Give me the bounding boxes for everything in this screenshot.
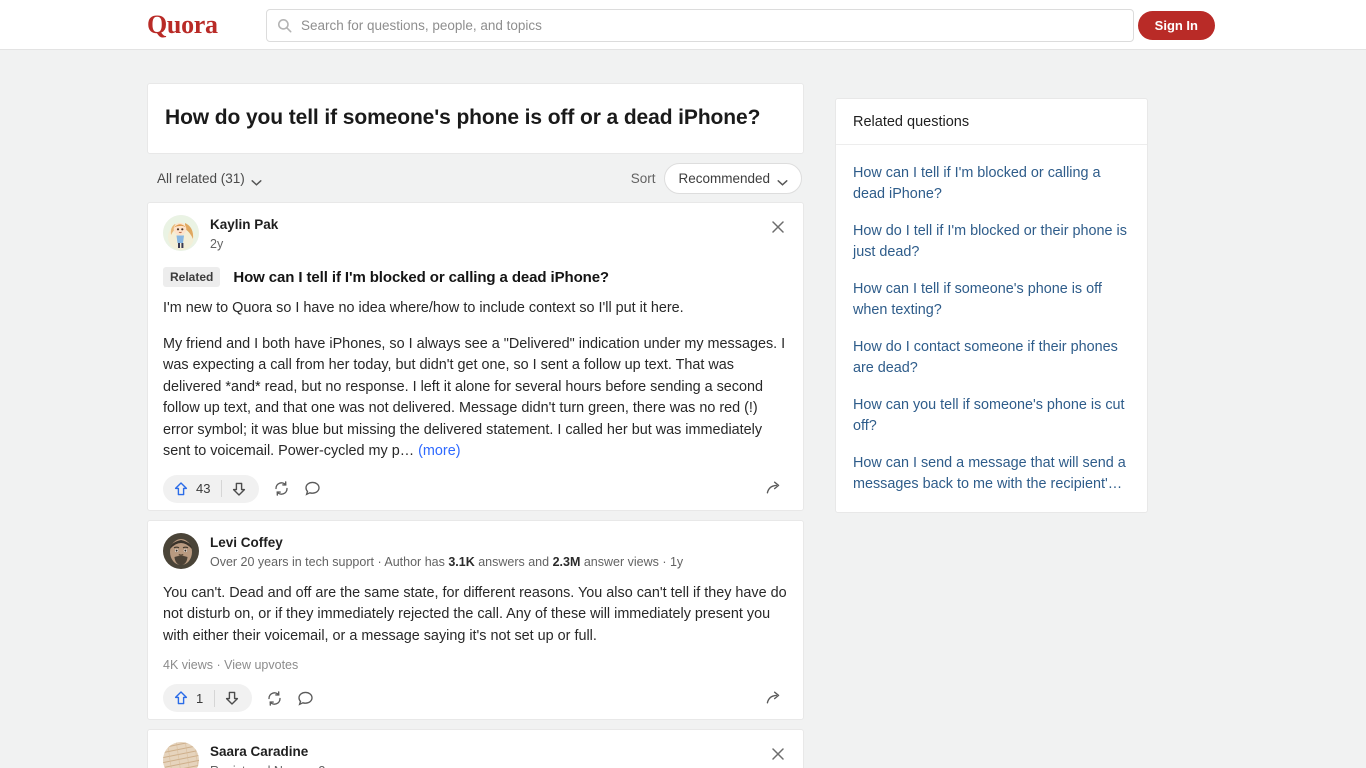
upvote-count: 43 — [196, 481, 211, 496]
author-block: Saara Caradine Registered Nurse · 2y — [210, 742, 332, 768]
related-question-item[interactable]: How can I tell if someone's phone is off… — [853, 274, 1130, 332]
search-input[interactable] — [301, 18, 1123, 33]
sort-label: Sort — [630, 170, 656, 186]
author-block: Kaylin Pak 2y — [210, 215, 278, 254]
dismiss-answer-button[interactable] — [765, 214, 791, 240]
related-question-item[interactable]: How can you tell if someone's phone is c… — [853, 390, 1130, 448]
author-name[interactable]: Levi Coffey — [210, 534, 683, 552]
author-block: Levi Coffey Over 20 years in tech suppor… — [210, 533, 683, 572]
upvote-button[interactable]: 43 — [163, 474, 260, 503]
author-name[interactable]: Kaylin Pak — [210, 216, 278, 234]
related-question-item[interactable]: How can I send a message that will send … — [853, 448, 1130, 497]
answer-header: Saara Caradine Registered Nurse · 2y — [163, 742, 788, 768]
dismiss-answer-button[interactable] — [765, 741, 791, 767]
answer-paragraph: I'm new to Quora so I have no idea where… — [163, 300, 684, 316]
related-questions-card: Related questions How can I tell if I'm … — [835, 98, 1148, 513]
share-arrow-icon[interactable] — [765, 480, 782, 497]
upvote-button[interactable]: 1 — [163, 684, 253, 712]
vote-divider — [221, 480, 223, 497]
repost-icon[interactable] — [266, 690, 283, 707]
answer-action-bar: 43 — [163, 468, 788, 510]
search-bar[interactable] — [266, 9, 1134, 42]
author-meta: 2y — [210, 237, 224, 251]
answer-views[interactable]: 4K views · View upvotes — [163, 658, 788, 672]
related-questions-list: How can I tell if I'm blocked or calling… — [836, 145, 1147, 512]
sort-group: Sort Recommended — [630, 162, 802, 194]
avatar[interactable] — [163, 215, 199, 251]
credential-text: Over 20 years in tech support · Author h… — [210, 554, 449, 569]
comment-bubble-icon[interactable] — [304, 480, 321, 497]
downvote-arrow-icon[interactable] — [224, 690, 240, 706]
answer-header: Levi Coffey Over 20 years in tech suppor… — [163, 532, 788, 572]
related-question-item[interactable]: How do I contact someone if their phones… — [853, 332, 1130, 390]
upvote-count: 1 — [196, 690, 204, 706]
answer-paragraph-text: My friend and I both have iPhones, so I … — [163, 335, 786, 460]
all-related-dropdown[interactable]: All related (31) — [157, 171, 262, 186]
answer-action-bar: 1 — [163, 677, 788, 719]
answer-paragraph: My friend and I both have iPhones, so I … — [163, 334, 788, 463]
related-question-item[interactable]: How can I tell if I'm blocked or calling… — [853, 158, 1130, 216]
page-body: How do you tell if someone's phone is of… — [0, 50, 1366, 768]
comment-bubble-icon[interactable] — [297, 690, 314, 707]
answer-body: You can't. Dead and off are the same sta… — [163, 583, 788, 648]
related-question-line: Related How can I tell if I'm blocked or… — [163, 267, 788, 287]
answer-count: 3.1K — [448, 554, 475, 569]
site-header: Quora Sign In — [0, 0, 1366, 50]
answer-card: Levi Coffey Over 20 years in tech suppor… — [147, 519, 804, 720]
all-related-label: All related (31) — [157, 170, 245, 186]
upvote-arrow-icon — [173, 690, 189, 706]
main-column: How do you tell if someone's phone is of… — [147, 83, 804, 768]
answer-header: Kaylin Pak 2y — [163, 215, 788, 254]
filter-row: All related (31) Sort Recommended — [147, 154, 804, 202]
author-name[interactable]: Saara Caradine — [210, 743, 332, 761]
sign-in-button[interactable]: Sign In — [1137, 11, 1215, 40]
page-title: How do you tell if someone's phone is of… — [165, 106, 761, 129]
question-card: How do you tell if someone's phone is of… — [147, 83, 804, 154]
related-badge: Related — [163, 267, 221, 287]
related-question-link[interactable]: How can I tell if I'm blocked or calling… — [233, 269, 609, 286]
answer-card: Saara Caradine Registered Nurse · 2y Rel… — [147, 729, 804, 768]
vote-divider — [214, 689, 216, 707]
repost-icon[interactable] — [273, 480, 290, 497]
answer-card: Kaylin Pak 2y Related How can I tell if … — [147, 202, 804, 511]
sidebar-title: Related questions — [836, 99, 1147, 145]
view-count: 2.3M — [552, 554, 581, 569]
more-link[interactable]: (more) — [418, 443, 460, 459]
sort-dropdown[interactable]: Recommended — [664, 162, 802, 194]
author-meta: Registered Nurse · 2y — [210, 762, 332, 768]
search-icon — [277, 18, 292, 33]
answer-body: I'm new to Quora so I have no idea where… — [163, 298, 788, 463]
author-meta: Over 20 years in tech support · Author h… — [210, 554, 684, 569]
quora-logo[interactable]: Quora — [147, 10, 218, 40]
sidebar: Related questions How can I tell if I'm … — [835, 98, 1148, 513]
answer-paragraph: You can't. Dead and off are the same sta… — [163, 584, 787, 644]
share-arrow-icon[interactable] — [765, 690, 782, 707]
avatar[interactable] — [163, 532, 199, 569]
related-question-item[interactable]: How do I tell if I'm blocked or their ph… — [853, 216, 1130, 274]
avatar[interactable] — [163, 742, 199, 768]
chevron-down-icon — [251, 175, 262, 186]
upvote-arrow-icon — [173, 481, 189, 497]
sort-value: Recommended — [678, 170, 770, 186]
chevron-down-icon — [777, 175, 788, 186]
downvote-arrow-icon[interactable] — [231, 481, 247, 497]
